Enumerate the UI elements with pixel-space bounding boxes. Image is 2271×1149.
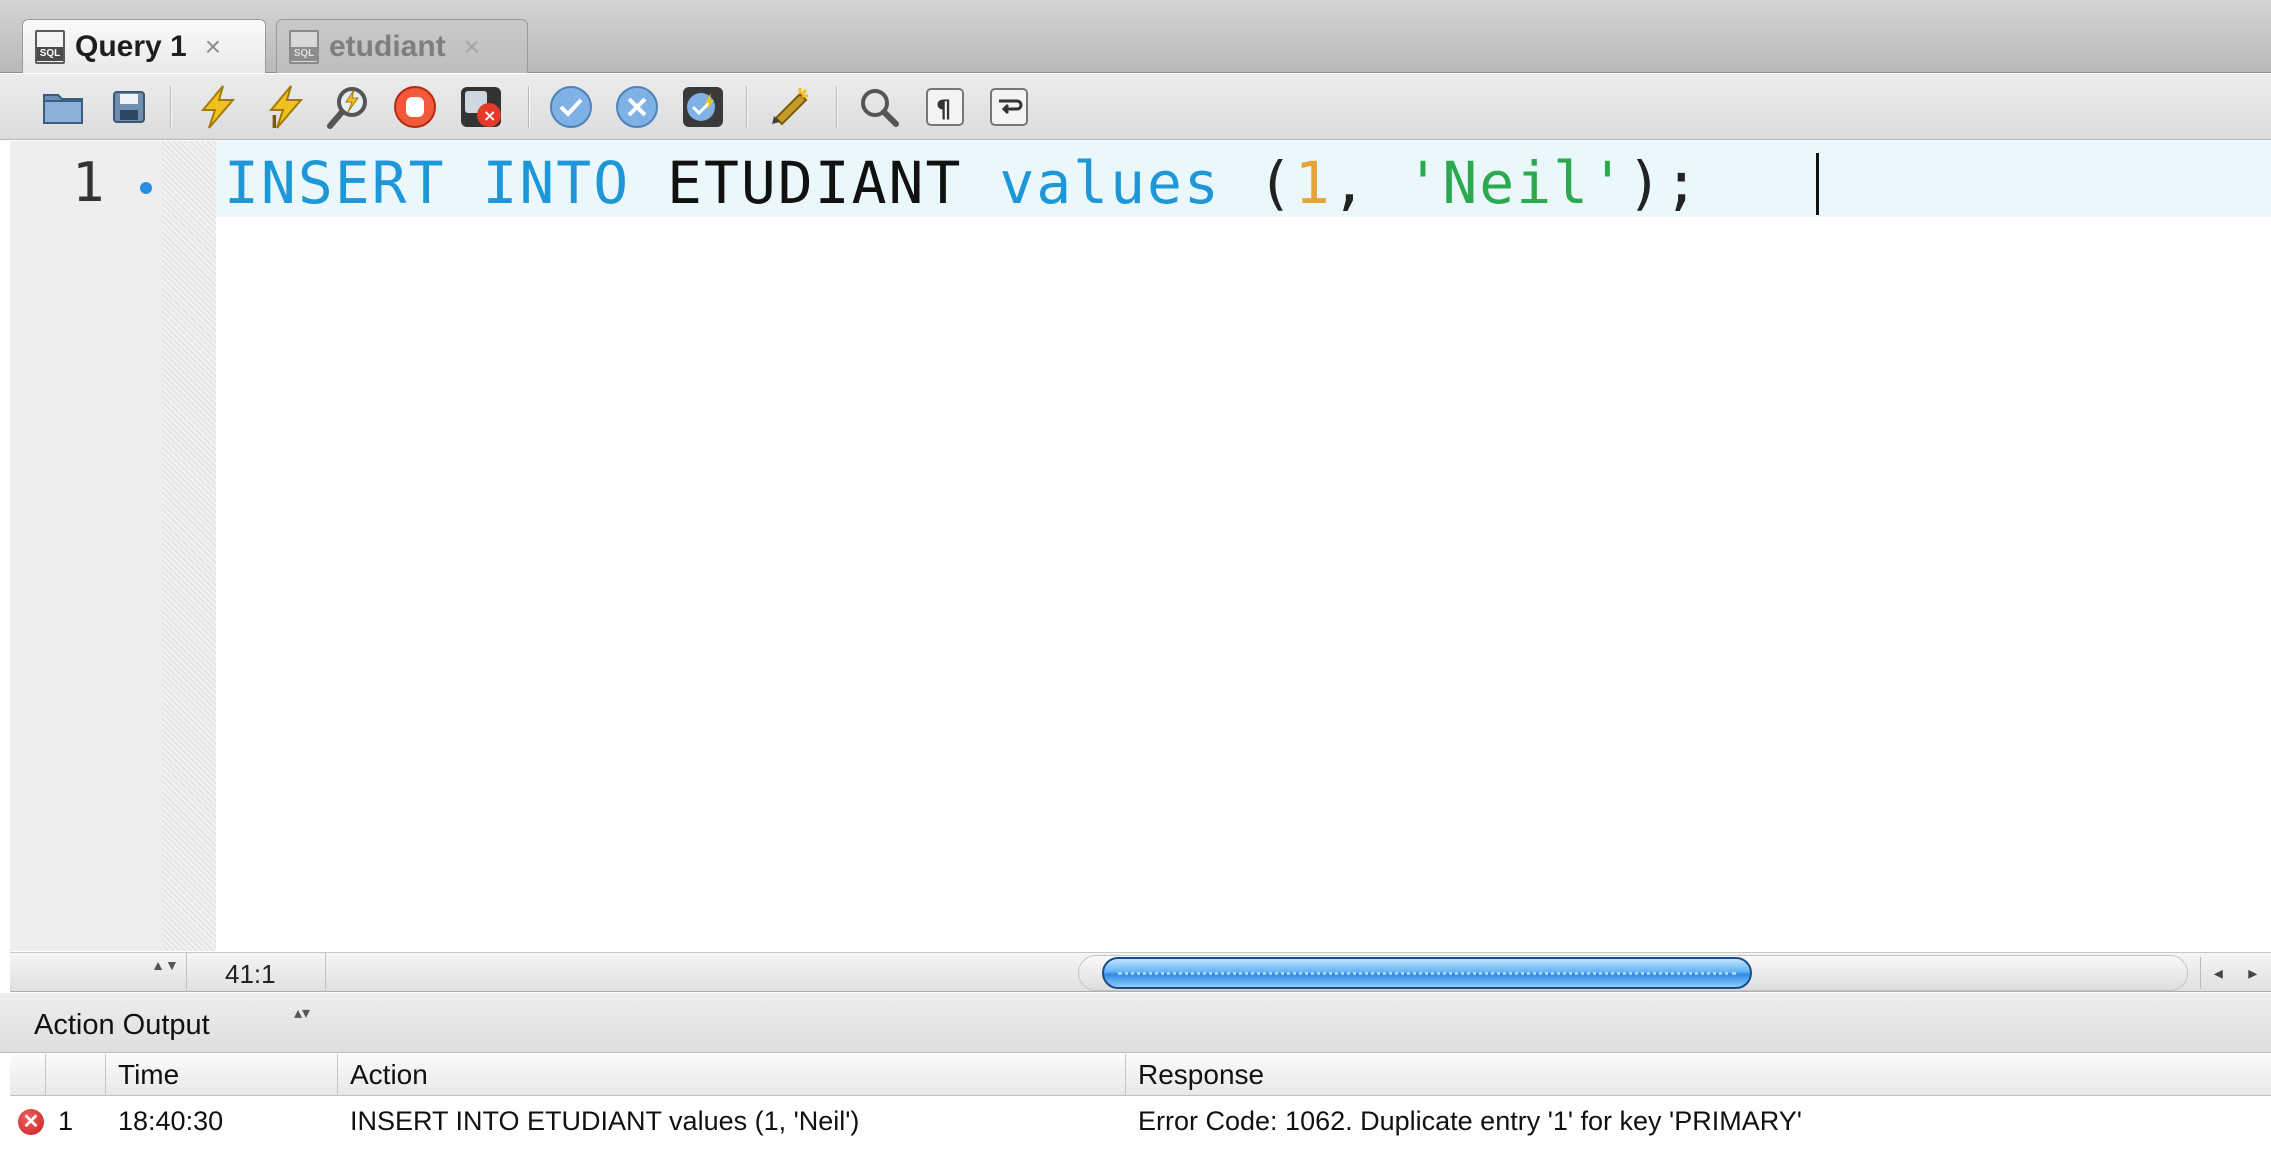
toolbar-separator	[836, 86, 838, 128]
cursor-position: 41:1	[225, 959, 276, 989]
tab-label: etudiant	[329, 29, 446, 63]
column-header-time[interactable]: Time	[106, 1054, 338, 1096]
svg-text:×: ×	[483, 106, 496, 125]
close-icon[interactable]: ×	[205, 31, 221, 63]
column-header-action[interactable]: Action	[338, 1054, 1126, 1096]
code-token: INSERT	[224, 149, 446, 217]
toolbar-separator	[746, 86, 748, 128]
output-panel-header: Action Output ▴▾	[0, 993, 2271, 1053]
code-token: values	[999, 149, 1221, 217]
code-token: (	[1257, 149, 1295, 217]
svg-text:¶: ¶	[936, 95, 951, 123]
output-selector[interactable]: Action Output	[34, 1009, 210, 1042]
row-time: 18:40:30	[118, 1106, 224, 1136]
code-token: 1	[1294, 149, 1332, 217]
save-icon[interactable]	[106, 84, 152, 130]
open-folder-icon[interactable]	[40, 84, 86, 130]
beautify-icon[interactable]	[768, 84, 814, 130]
toolbar-separator	[528, 86, 530, 128]
stepper-arrows-icon[interactable]: ▲▼	[150, 957, 180, 989]
invisible-characters-icon[interactable]: ¶	[922, 84, 968, 130]
autocommit-icon[interactable]	[680, 84, 726, 130]
sql-editor[interactable]: 1 INSERT INTO ETUDIANT values (1, 'Neil'…	[10, 141, 2271, 951]
statement-marker-icon	[140, 182, 152, 194]
code-token: ETUDIANT	[667, 149, 963, 217]
tab-label: Query 1	[75, 29, 187, 63]
text-caret	[1816, 153, 1819, 215]
rollback-icon[interactable]	[614, 84, 660, 130]
column-header-status[interactable]	[10, 1054, 46, 1096]
editor-status-bar: ▲▼ 41:1 ◂ ▸	[10, 952, 2271, 992]
tab-bar: SQL Query 1 × SQL etudiant ×	[0, 0, 2271, 73]
scroll-right-icon[interactable]: ▸	[2248, 963, 2257, 984]
tab-etudiant[interactable]: SQL etudiant ×	[276, 19, 528, 73]
column-header-number[interactable]	[46, 1054, 106, 1096]
code-token: );	[1626, 149, 1701, 217]
cursor-position-field: 41:1	[186, 953, 326, 992]
stop-on-error-icon[interactable]: ×	[458, 84, 504, 130]
find-icon[interactable]	[856, 84, 902, 130]
explain-icon[interactable]	[326, 84, 372, 130]
row-number: 1	[58, 1106, 74, 1136]
error-icon: ✕	[18, 1109, 44, 1135]
sql-file-icon: SQL	[35, 29, 65, 64]
close-icon[interactable]: ×	[464, 31, 480, 63]
code-token: 'Neil'	[1405, 149, 1627, 217]
table-row[interactable]: ✕ 1 18:40:30 INSERT INTO ETUDIANT values…	[10, 1097, 2271, 1145]
scroll-left-icon[interactable]: ◂	[2214, 963, 2223, 984]
output-table-header: Time Action Response	[10, 1054, 2271, 1096]
line-number-gutter	[10, 141, 162, 951]
chevron-up-down-icon[interactable]: ▴▾	[294, 1006, 310, 1022]
row-response: Error Code: 1062. Duplicate entry '1' fo…	[1138, 1106, 1802, 1136]
code-token: INTO	[482, 149, 631, 217]
fold-margin	[162, 141, 216, 951]
execute-current-icon[interactable]: I	[262, 84, 308, 130]
line-number: 1	[72, 151, 105, 214]
code-line[interactable]: INSERT INTO ETUDIANT values (1, 'Neil');	[224, 149, 1701, 217]
editor-toolbar: I × ¶	[0, 74, 2271, 140]
svg-text:I: I	[271, 112, 278, 130]
tab-query-1[interactable]: SQL Query 1 ×	[22, 19, 266, 73]
commit-icon[interactable]	[548, 84, 594, 130]
stop-icon[interactable]	[392, 84, 438, 130]
scroll-arrows: ◂ ▸	[2200, 957, 2270, 989]
code-token: ,	[1331, 149, 1406, 217]
column-header-response[interactable]: Response	[1126, 1054, 2271, 1096]
sql-file-icon: SQL	[289, 29, 319, 64]
execute-icon[interactable]	[194, 84, 240, 130]
row-action: INSERT INTO ETUDIANT values (1, 'Neil')	[350, 1106, 860, 1136]
word-wrap-icon[interactable]	[986, 84, 1032, 130]
horizontal-scrollbar-thumb[interactable]	[1102, 957, 1752, 989]
toolbar-separator	[170, 86, 172, 128]
